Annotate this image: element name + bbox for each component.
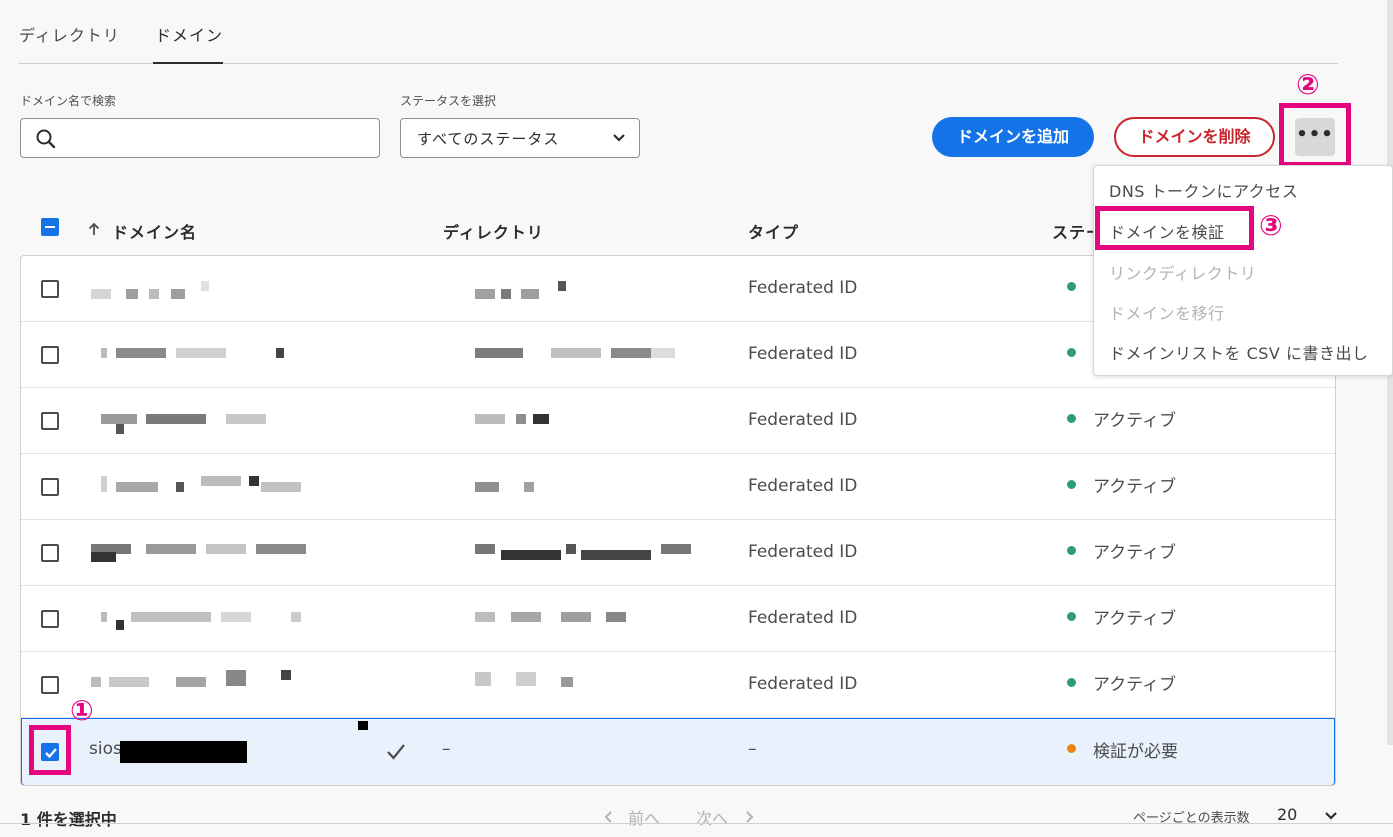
table-row[interactable]: Federated ID アクティブ [21, 586, 1335, 652]
table-row[interactable]: Federated ID アクティブ [21, 388, 1335, 454]
arrow-up-icon[interactable] [88, 222, 100, 236]
type-cell: Federated ID [748, 344, 858, 364]
domain-cell: sios [89, 739, 122, 759]
verified-check-icon [387, 744, 405, 760]
table-row-selected[interactable]: sios – – 検証が必要 [21, 718, 1335, 785]
row-checkbox[interactable] [41, 346, 59, 364]
step-1-marker: ① [70, 694, 94, 727]
selection-count: 1 件を選択中 [20, 810, 117, 829]
search-input[interactable] [65, 124, 365, 152]
menu-item-link-directory[interactable]: リンクディレクトリ [1109, 260, 1256, 284]
status-dot [1067, 348, 1076, 357]
menu-item-transfer-domain[interactable]: ドメインを移行 [1109, 300, 1225, 324]
redaction-mark [358, 721, 368, 730]
more-actions-menu: DNS トークンにアクセス ドメインを検証 リンクディレクトリ ドメインを移行 … [1093, 165, 1393, 376]
footer-divider [0, 823, 1393, 824]
status-cell: アクティブ [1093, 675, 1177, 695]
status-select[interactable]: すべてのステータス [400, 118, 640, 158]
tab-directory[interactable]: ディレクトリ [19, 22, 120, 46]
select-all-checkbox[interactable] [41, 218, 59, 236]
type-cell: Federated ID [748, 476, 858, 496]
delete-domain-button[interactable]: ドメインを削除 [1114, 117, 1275, 157]
row-checkbox[interactable] [41, 412, 59, 430]
step-3-marker: ③ [1259, 209, 1283, 242]
type-cell: Federated ID [748, 608, 858, 628]
redacted-domain [120, 741, 247, 763]
step-2-marker: ② [1296, 68, 1320, 101]
next-page-button[interactable]: 次へ [696, 805, 728, 829]
column-header-directory: ディレクトリ [443, 223, 544, 242]
row-checkbox[interactable] [41, 610, 59, 628]
row-checkbox[interactable] [41, 280, 59, 298]
status-cell: 検証が必要 [1093, 742, 1178, 762]
table-row[interactable]: Federated ID アクティブ [21, 454, 1335, 520]
table-row[interactable]: Federated ID アクティブ [21, 520, 1335, 586]
per-page-value[interactable]: 20 [1277, 805, 1297, 824]
row-checkbox[interactable] [41, 676, 59, 694]
menu-item-export-csv[interactable]: ドメインリストを CSV に書き出し [1109, 340, 1368, 364]
tab-domain[interactable]: ドメイン [155, 22, 223, 46]
add-domain-button[interactable]: ドメインを追加 [932, 117, 1094, 157]
search-field[interactable] [20, 118, 380, 158]
column-header-domain[interactable]: ドメイン名 [112, 219, 197, 243]
search-label: ドメイン名で検索 [20, 94, 117, 108]
menu-item-dns-token[interactable]: DNS トークンにアクセス [1109, 178, 1298, 202]
type-cell: Federated ID [748, 542, 858, 562]
type-cell: Federated ID [748, 278, 858, 298]
row-checkbox[interactable] [41, 478, 59, 496]
table-row[interactable]: Federated ID アクティブ [21, 652, 1335, 718]
chevron-down-icon [613, 134, 625, 142]
status-filter-label: ステータスを選択 [400, 94, 497, 108]
highlight-more-button [1279, 103, 1351, 167]
directory-cell: – [442, 739, 451, 759]
highlight-verify-domain [1095, 206, 1254, 250]
chevron-down-icon[interactable] [1324, 810, 1338, 822]
status-dot [1067, 678, 1076, 687]
active-tab-indicator [153, 62, 223, 64]
status-dot-warning [1067, 744, 1076, 753]
row-checkbox[interactable] [41, 544, 59, 562]
search-icon [36, 129, 56, 149]
status-dot [1067, 282, 1076, 291]
status-dot [1067, 414, 1076, 423]
status-cell: アクティブ [1093, 543, 1177, 563]
chevron-right-icon [746, 811, 754, 823]
status-dot [1067, 546, 1076, 555]
prev-page-button[interactable]: 前へ [628, 805, 660, 829]
chevron-left-icon [604, 811, 612, 823]
status-cell: アクティブ [1093, 609, 1177, 629]
type-cell: – [748, 739, 757, 759]
column-header-type: タイプ [748, 223, 800, 242]
status-cell: アクティブ [1093, 411, 1177, 431]
status-dot [1067, 480, 1076, 489]
highlight-checkbox [29, 725, 71, 775]
status-select-value: すべてのステータス [417, 130, 560, 148]
status-cell: アクティブ [1093, 477, 1177, 497]
type-cell: Federated ID [748, 674, 858, 694]
type-cell: Federated ID [748, 410, 858, 430]
status-dot [1067, 612, 1076, 621]
